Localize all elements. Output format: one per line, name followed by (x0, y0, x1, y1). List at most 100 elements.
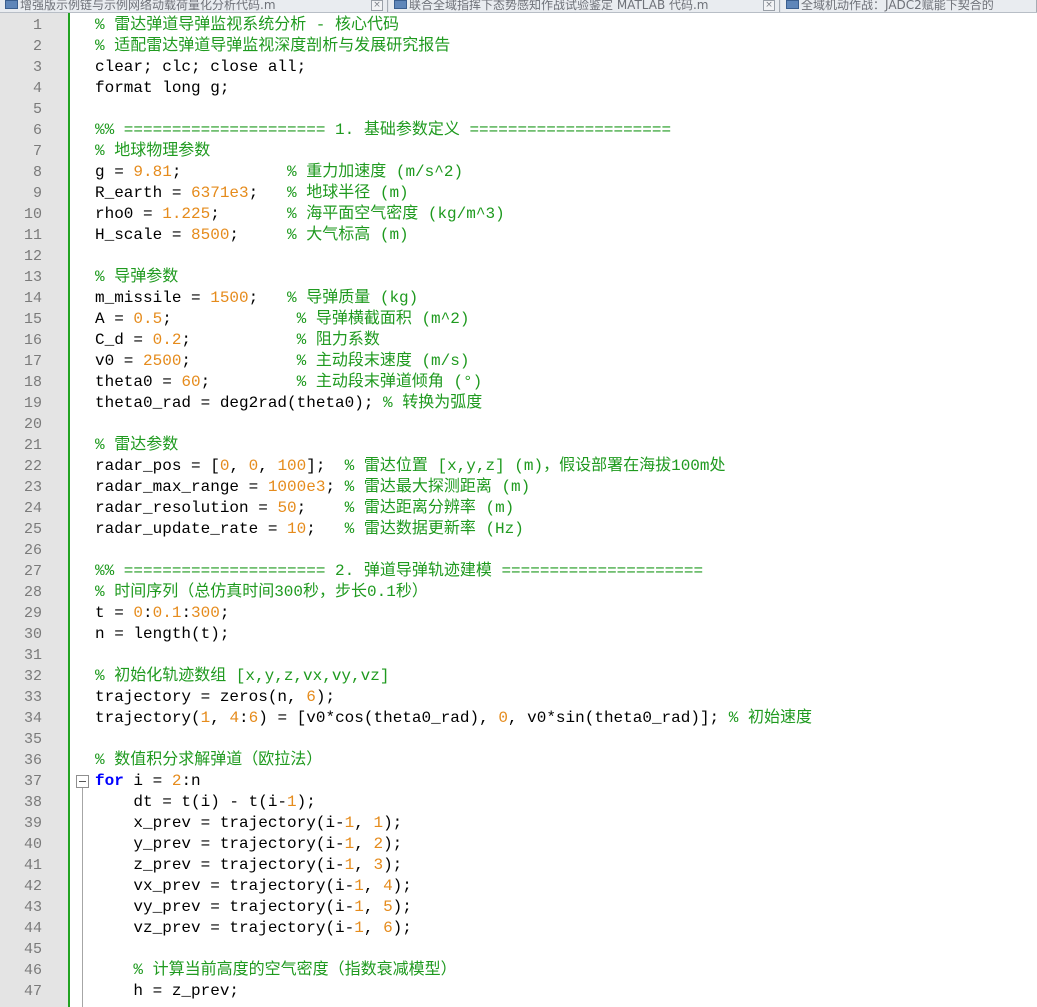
number-token: 1 (354, 877, 364, 895)
code-line[interactable]: 40 y_prev = trajectory(i-1, 2); (0, 834, 1037, 855)
line-number: 27 (23, 563, 42, 580)
code-line[interactable]: 16 C_d = 0.2; % 阻力系数 (0, 330, 1037, 351)
keyword-token: for (95, 772, 124, 790)
code-line[interactable]: 45 (0, 939, 1037, 960)
code-line[interactable]: 13 % 导弹参数 (0, 267, 1037, 288)
code-line[interactable]: 27 %% ===================== 2. 弹道导弹轨迹建模 =… (0, 561, 1037, 582)
code-token: n = length(t); (95, 625, 230, 643)
code-token: ); (296, 793, 316, 811)
number-token: 1 (344, 814, 355, 832)
tab-file-2[interactable]: 联合全域指挥下态势感知作战试验鉴定 MATLAB 代码.m × (389, 0, 780, 12)
code-line[interactable]: 1 % 雷达弹道导弹监视系统分析 - 核心代码 (0, 15, 1037, 36)
code-text: x_prev = trajectory(i-1, 1); (95, 813, 402, 834)
line-number: 11 (23, 227, 42, 244)
comment-token: % 适配雷达弹道导弹监视深度剖析与发展研究报告 (95, 37, 451, 55)
line-number: 44 (23, 920, 42, 937)
line-number: 36 (23, 752, 42, 769)
close-icon[interactable]: × (763, 0, 775, 11)
code-line[interactable]: 10 rho0 = 1.225; % 海平面空气密度 (kg/m^3) (0, 204, 1037, 225)
code-token: ); (383, 814, 403, 832)
code-text: dt = t(i) - t(i-1); (95, 792, 316, 813)
number-token: 0.5 (133, 310, 163, 328)
code-line[interactable]: 37 for i = 2:n (0, 771, 1037, 792)
code-line[interactable]: 36 % 数值积分求解弹道（欧拉法） (0, 750, 1037, 771)
comment-token: % 雷达距离分辨率 (m) (344, 499, 515, 517)
number-token: 1 (344, 856, 355, 874)
code-line[interactable]: 38 dt = t(i) - t(i-1); (0, 792, 1037, 813)
code-line[interactable]: 47 h = z_prev; (0, 981, 1037, 1002)
code-line[interactable]: 25 radar_update_rate = 10; % 雷达数据更新率 (Hz) (0, 519, 1037, 540)
comment-token: % 时间序列（总仿真时间300秒，步长0.1秒） (95, 583, 428, 601)
line-number: 7 (32, 143, 42, 160)
line-number: 1 (32, 17, 42, 34)
line-number: 32 (23, 668, 42, 685)
code-line[interactable]: 43 vy_prev = trajectory(i-1, 5); (0, 897, 1037, 918)
code-line[interactable]: 26 (0, 540, 1037, 561)
code-text: format long g; (95, 78, 229, 99)
number-token: 0.2 (152, 331, 182, 349)
code-line[interactable]: 23 radar_max_range = 1000e3; % 雷达最大探测距离 (… (0, 477, 1037, 498)
code-line[interactable]: 5 (0, 99, 1037, 120)
number-token: 1000e3 (267, 478, 326, 496)
code-line[interactable]: 8 g = 9.81; % 重力加速度 (m/s^2) (0, 162, 1037, 183)
code-line[interactable]: 2 % 适配雷达弹道导弹监视深度剖析与发展研究报告 (0, 36, 1037, 57)
code-line[interactable]: 32 % 初始化轨迹数组 [x,y,z,vx,vy,vz] (0, 666, 1037, 687)
code-line[interactable]: 7 % 地球物理参数 (0, 141, 1037, 162)
code-line[interactable]: 11 H_scale = 8500; % 大气标高 (m) (0, 225, 1037, 246)
code-text: %% ===================== 1. 基础参数定义 =====… (95, 120, 671, 141)
code-token: : (181, 604, 192, 622)
code-line[interactable]: 29 t = 0:0.1:300; (0, 603, 1037, 624)
code-line[interactable]: 14 m_missile = 1500; % 导弹质量 (kg) (0, 288, 1037, 309)
line-number: 6 (32, 122, 42, 139)
code-token: theta0_rad = deg2rad(theta0); (95, 394, 384, 412)
code-line[interactable]: 18 theta0 = 60; % 主动段末弹道倾角 (°) (0, 372, 1037, 393)
code-token: ; (181, 352, 297, 370)
code-line[interactable]: 3 clear; clc; close all; (0, 57, 1037, 78)
code-line[interactable]: 20 (0, 414, 1037, 435)
code-line[interactable]: 19 theta0_rad = deg2rad(theta0); % 转换为弧度 (0, 393, 1037, 414)
code-line[interactable]: 30 n = length(t); (0, 624, 1037, 645)
tab-file-3[interactable]: 全域机动作战：JADC2赋能下契合的 (781, 0, 1037, 12)
code-line[interactable]: 31 (0, 645, 1037, 666)
code-line[interactable]: 46 % 计算当前高度的空气密度（指数衰减模型） (0, 960, 1037, 981)
code-line[interactable]: 33 trajectory = zeros(n, 6); (0, 687, 1037, 708)
code-line[interactable]: 21 % 雷达参数 (0, 435, 1037, 456)
number-token: 1500 (210, 289, 249, 307)
comment-token: % 数值积分求解弹道（欧拉法） (95, 751, 323, 769)
code-line[interactable]: 41 z_prev = trajectory(i-1, 3); (0, 855, 1037, 876)
code-line[interactable]: 28 % 时间序列（总仿真时间300秒，步长0.1秒） (0, 582, 1037, 603)
code-line[interactable]: 35 (0, 729, 1037, 750)
code-line[interactable]: 12 (0, 246, 1037, 267)
line-number: 23 (23, 479, 42, 496)
code-editor[interactable]: 1 % 雷达弹道导弹监视系统分析 - 核心代码 2 % 适配雷达弹道导弹监视深度剖析与… (0, 13, 1037, 1007)
comment-token: % 雷达数据更新率 (Hz) (344, 520, 524, 538)
code-text: theta0 = 60; % 主动段末弹道倾角 (°) (95, 372, 482, 393)
code-line[interactable]: 24 radar_resolution = 50; % 雷达距离分辨率 (m) (0, 498, 1037, 519)
number-token: 2500 (143, 352, 182, 370)
code-line[interactable]: 15 A = 0.5; % 导弹横截面积 (m^2) (0, 309, 1037, 330)
code-token: ) = [v0*cos(theta0_rad), (258, 709, 499, 727)
comment-token: % 导弹质量 (kg) (287, 289, 419, 307)
number-token: 0 (498, 709, 508, 727)
code-line[interactable]: 39 x_prev = trajectory(i-1, 1); (0, 813, 1037, 834)
number-token: 0.1 (152, 604, 182, 622)
line-number: 47 (23, 983, 42, 1000)
code-line[interactable]: 44 vz_prev = trajectory(i-1, 6); (0, 918, 1037, 939)
code-line[interactable]: 6 %% ===================== 1. 基础参数定义 ====… (0, 120, 1037, 141)
code-line[interactable]: 17 v0 = 2500; % 主动段末速度 (m/s) (0, 351, 1037, 372)
comment-token: % 初始化轨迹数组 [x,y,z,vx,vy,vz] (95, 667, 390, 685)
line-number: 35 (23, 731, 42, 748)
code-line[interactable]: 9 R_earth = 6371e3; % 地球半径 (m) (0, 183, 1037, 204)
code-token: , (354, 814, 374, 832)
code-line[interactable]: 22 radar_pos = [0, 0, 100]; % 雷达位置 [x,y,z… (0, 456, 1037, 477)
code-token: ]; (306, 457, 345, 475)
code-line[interactable]: 42 vx_prev = trajectory(i-1, 4); (0, 876, 1037, 897)
number-token: 4 (229, 709, 240, 727)
code-line[interactable]: 34 trajectory(1, 4:6) = [v0*cos(theta0_ra… (0, 708, 1037, 729)
code-token: radar_update_rate = (95, 520, 288, 538)
comment-token: % 导弹参数 (95, 268, 179, 286)
number-token: 1 (354, 898, 364, 916)
code-line[interactable]: 4 format long g; (0, 78, 1037, 99)
close-icon[interactable]: × (371, 0, 383, 11)
tab-file-1[interactable]: 增强版示例链与示例网络动载荷量化分析代码.m × (0, 0, 388, 12)
